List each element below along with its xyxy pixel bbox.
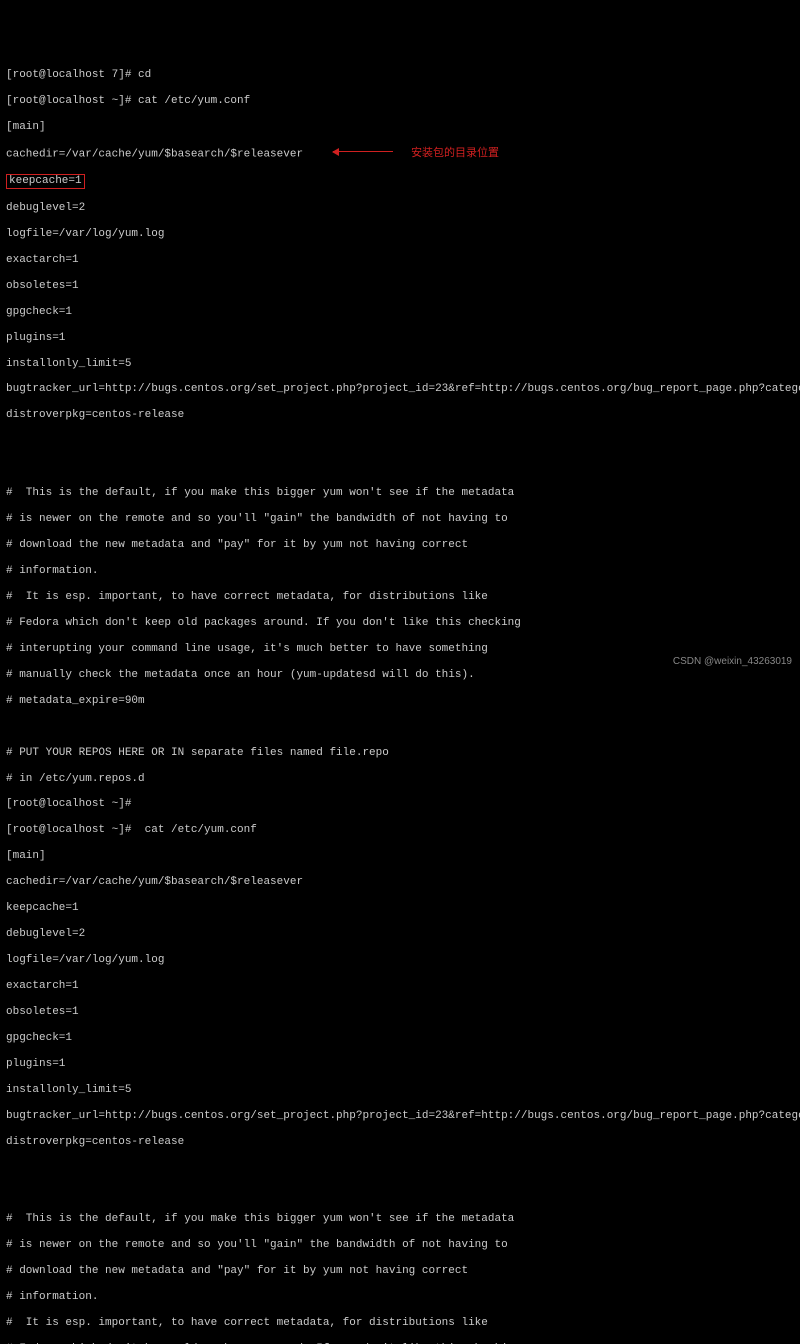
blank [6,721,794,734]
line-bugtracker2: bugtracker_url=http://bugs.centos.org/se… [6,1110,794,1123]
line-debuglevel1: debuglevel=2 [6,202,794,215]
line-installonly2: installonly_limit=5 [6,1084,794,1097]
line-gpgcheck2: gpgcheck=1 [6,1032,794,1045]
line-logfile2: logfile=/var/log/yum.log [6,954,794,967]
line-obsoletes1: obsoletes=1 [6,280,794,293]
blank [6,435,794,448]
line-bugtracker1: bugtracker_url=http://bugs.centos.org/se… [6,383,794,396]
cachedir-value: cachedir=/var/cache/yum/$basearch/$relea… [6,148,303,160]
line-c3b: # download the new metadata and "pay" fo… [6,1265,794,1278]
line-logfile1: logfile=/var/log/yum.log [6,228,794,241]
line-c6a: # Fedora which don't keep old packages a… [6,617,794,630]
line-c5b: # It is esp. important, to have correct … [6,1317,794,1330]
line-c5a: # It is esp. important, to have correct … [6,591,794,604]
line-plugins1: plugins=1 [6,332,794,345]
line-keepcache2: keepcache=1 [6,902,794,915]
line-cat1: [root@localhost ~]# cat /etc/yum.conf [6,95,794,108]
keepcache-highlight: keepcache=1 [6,174,85,189]
line-c8a: # manually check the metadata once an ho… [6,669,794,682]
terminal-output: [root@localhost 7]# cd [root@localhost ~… [6,56,794,1344]
line-distroverpkg1: distroverpkg=centos-release [6,409,794,422]
line-c6b: # Fedora which don't keep old packages a… [6,1343,794,1344]
line-distroverpkg2: distroverpkg=centos-release [6,1136,794,1149]
line-plugins2: plugins=1 [6,1058,794,1071]
line-c3a: # download the new metadata and "pay" fo… [6,539,794,552]
line-installonly1: installonly_limit=5 [6,358,794,371]
line-repos1a: # PUT YOUR REPOS HERE OR IN separate fil… [6,747,794,760]
line-c7a: # interupting your command line usage, i… [6,643,794,656]
blank [6,461,794,474]
line-gpgcheck1: gpgcheck=1 [6,306,794,319]
line-c1a: # This is the default, if you make this … [6,487,794,500]
line-keepcache1: keepcache=1 [6,174,794,189]
watermark-label: CSDN @weixin_43263019 [673,656,792,668]
line-cachedir2: cachedir=/var/cache/yum/$basearch/$relea… [6,876,794,889]
line-exactarch2: exactarch=1 [6,980,794,993]
line-main2: [main] [6,850,794,863]
line-prompt-empty: [root@localhost ~]# [6,798,794,811]
line-c4b: # information. [6,1291,794,1304]
arrow-icon [333,147,393,160]
line-exactarch1: exactarch=1 [6,254,794,267]
line-c2a: # is newer on the remote and so you'll "… [6,513,794,526]
line-repos2a: # in /etc/yum.repos.d [6,773,794,786]
line-debuglevel2: debuglevel=2 [6,928,794,941]
blank [6,1188,794,1201]
line-main1: [main] [6,121,794,134]
line-cd: [root@localhost 7]# cd [6,69,794,82]
line-c4a: # information. [6,565,794,578]
annotation-label: 安装包的目录位置 [411,147,499,159]
line-c1b: # This is the default, if you make this … [6,1213,794,1226]
line-cachedir1: cachedir=/var/cache/yum/$basearch/$relea… [6,147,794,161]
line-c2b: # is newer on the remote and so you'll "… [6,1239,794,1252]
line-cat2: [root@localhost ~]# cat /etc/yum.conf [6,824,794,837]
line-obsoletes2: obsoletes=1 [6,1006,794,1019]
blank [6,1162,794,1175]
line-c9a: # metadata_expire=90m [6,695,794,708]
